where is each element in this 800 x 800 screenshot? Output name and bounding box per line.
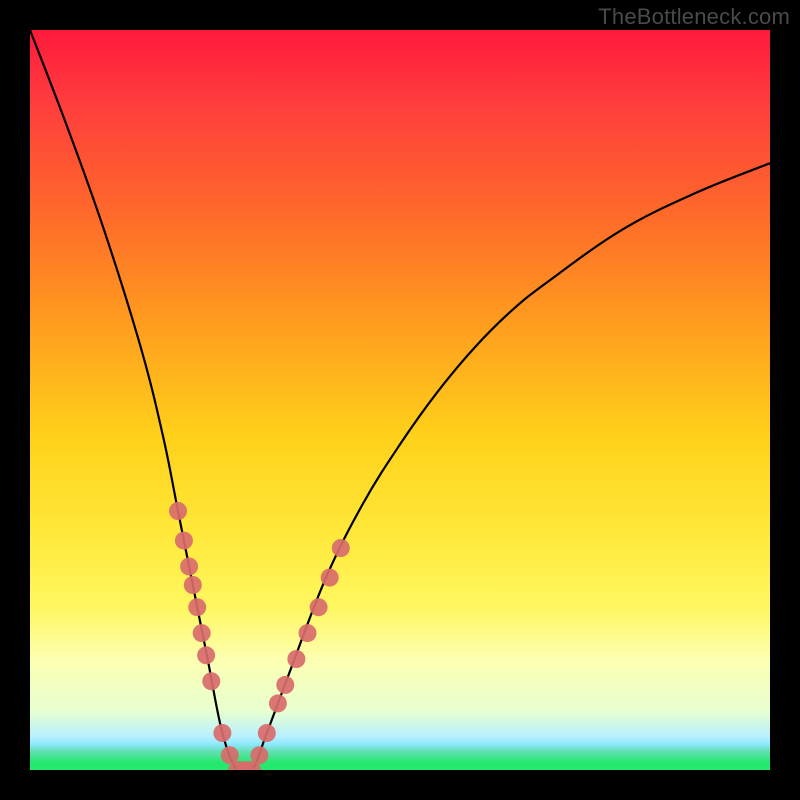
marker-dot xyxy=(197,646,215,664)
marker-dot xyxy=(180,558,198,576)
marker-dot xyxy=(169,502,187,520)
curve-path xyxy=(30,30,770,770)
marker-dot xyxy=(193,624,211,642)
plot-area xyxy=(30,30,770,770)
marker-dot xyxy=(221,746,239,764)
marker-dot xyxy=(258,724,276,742)
marker-dot xyxy=(184,576,202,594)
marker-dot xyxy=(276,676,294,694)
marker-dot xyxy=(213,724,231,742)
marker-dot xyxy=(250,746,268,764)
marker-dot xyxy=(299,624,317,642)
marker-dot xyxy=(269,694,287,712)
marker-dot xyxy=(175,532,193,550)
highlighted-points xyxy=(169,502,350,770)
overlay-svg xyxy=(30,30,770,770)
marker-dot xyxy=(287,650,305,668)
watermark-text: TheBottleneck.com xyxy=(598,4,790,30)
chart-frame: TheBottleneck.com xyxy=(0,0,800,800)
marker-dot xyxy=(332,539,350,557)
marker-dot xyxy=(321,569,339,587)
marker-dot xyxy=(243,761,261,770)
marker-dot xyxy=(188,598,206,616)
marker-dot xyxy=(310,598,328,616)
marker-dot xyxy=(202,672,220,690)
bottleneck-curve xyxy=(30,30,770,770)
marker-dot xyxy=(228,761,246,770)
marker-dot xyxy=(236,761,254,770)
